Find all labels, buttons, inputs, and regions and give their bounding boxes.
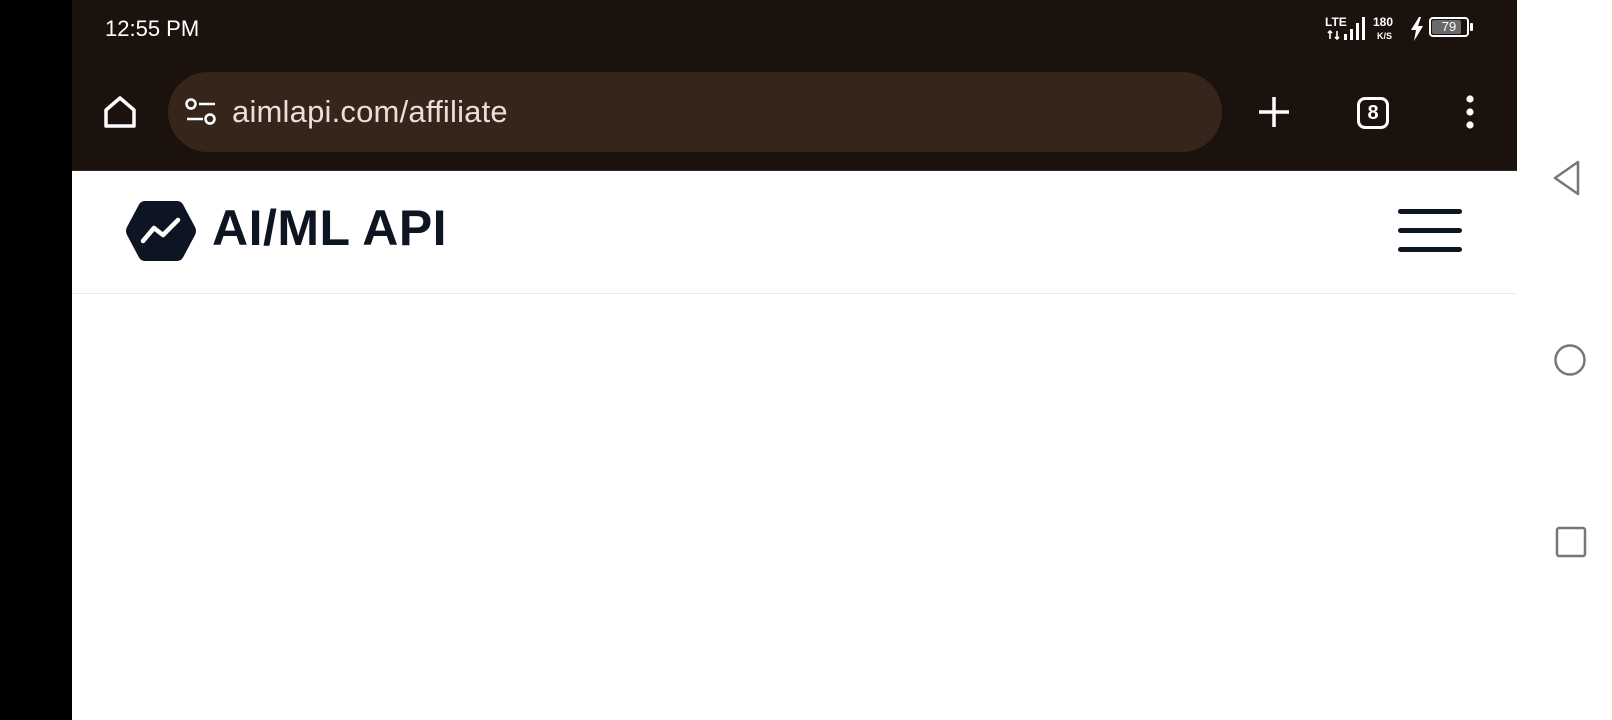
phone-screen: 12:55 PM LTE 180 K/S 79 aimlapi.com/affi…	[72, 0, 1517, 720]
status-time: 12:55 PM	[105, 16, 200, 41]
browser-toolbar: aimlapi.com/affiliate 8	[72, 58, 1517, 171]
more-options-icon[interactable]	[1452, 90, 1488, 134]
battery-level: 79	[1441, 19, 1457, 34]
brand-name[interactable]: AI/ML API	[212, 199, 447, 257]
page-content	[72, 294, 1517, 720]
tab-switcher-icon[interactable]: 8	[1350, 90, 1396, 136]
data-arrows-icon	[1327, 30, 1340, 40]
logo-icon[interactable]	[125, 199, 197, 268]
data-rate-unit: K/S	[1377, 31, 1393, 41]
charging-icon	[1411, 17, 1423, 41]
url-text[interactable]: aimlapi.com/affiliate	[232, 94, 508, 130]
site-settings-icon[interactable]	[184, 97, 218, 127]
left-black-bar	[0, 0, 72, 720]
recents-icon[interactable]	[1555, 526, 1587, 563]
system-navigation-bar	[1517, 0, 1612, 720]
status-indicators: LTE 180 K/S 79	[1325, 14, 1485, 44]
new-tab-icon[interactable]	[1252, 90, 1296, 134]
back-icon[interactable]	[1552, 160, 1582, 201]
status-bar: 12:55 PM LTE 180 K/S 79	[72, 0, 1517, 58]
data-rate-value: 180	[1373, 15, 1394, 29]
tab-count: 8	[1357, 97, 1389, 129]
home-icon[interactable]	[98, 90, 142, 134]
site-header: AI/ML API	[72, 171, 1517, 294]
battery-icon: 79	[1429, 17, 1469, 37]
hamburger-menu-icon[interactable]	[1398, 207, 1462, 255]
url-bar[interactable]: aimlapi.com/affiliate	[168, 72, 1222, 152]
home-circle-icon[interactable]	[1553, 343, 1587, 382]
signal-icon	[1344, 17, 1365, 40]
